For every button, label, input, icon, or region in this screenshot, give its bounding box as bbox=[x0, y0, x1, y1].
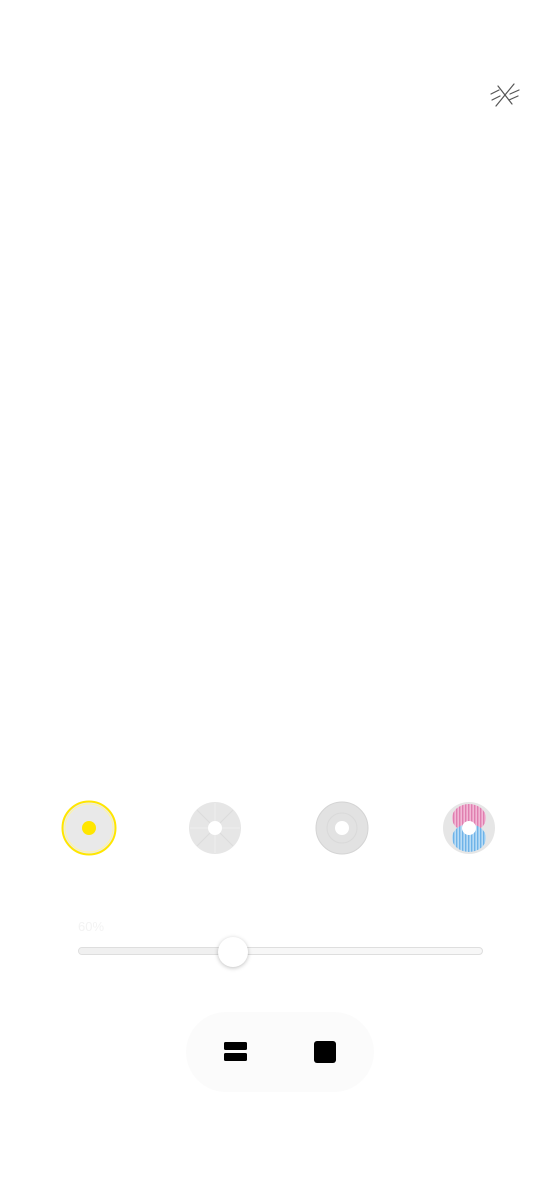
petal-icon bbox=[189, 802, 241, 854]
slider-fill bbox=[79, 948, 233, 954]
mode-petal-button[interactable] bbox=[187, 800, 243, 856]
slider-thumb[interactable] bbox=[218, 937, 248, 967]
stop-button[interactable] bbox=[303, 1030, 347, 1074]
pause-button[interactable] bbox=[214, 1030, 258, 1074]
mode-solid-button[interactable] bbox=[61, 800, 117, 856]
slider-value-label: 60% bbox=[78, 919, 105, 934]
solid-dot-icon bbox=[61, 800, 117, 856]
mode-ring-button[interactable] bbox=[314, 800, 370, 856]
pause-icon bbox=[224, 1042, 247, 1061]
intensity-slider-track[interactable] bbox=[78, 947, 483, 955]
fluid-icon bbox=[443, 802, 495, 854]
stop-icon bbox=[314, 1041, 336, 1063]
disconnect-icon bbox=[490, 83, 520, 107]
ring-icon bbox=[315, 801, 369, 855]
mode-fluid-button[interactable] bbox=[441, 800, 497, 856]
disconnect-button[interactable] bbox=[486, 78, 524, 112]
